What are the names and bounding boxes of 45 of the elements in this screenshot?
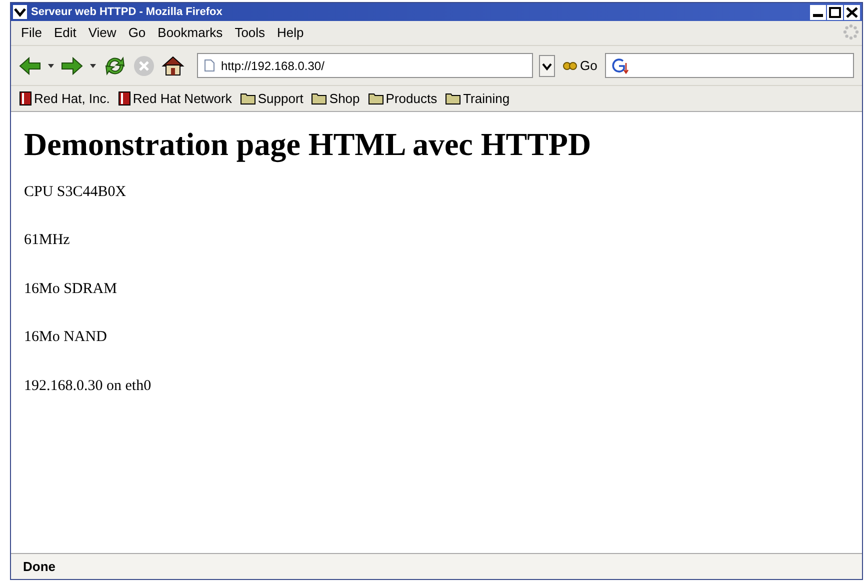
paragraph: CPU S3C44B0X	[24, 182, 128, 202]
window-menu-icon[interactable]	[13, 5, 27, 19]
folder-icon	[368, 92, 384, 105]
throbber-icon	[842, 23, 860, 41]
folder-icon	[445, 92, 462, 105]
bookmark-link[interactable]: Training	[445, 88, 510, 108]
paragraph: 16Mo SDRAM	[24, 280, 118, 299]
bookmark-link[interactable]: Support	[240, 88, 304, 108]
home-icon[interactable]	[161, 54, 185, 76]
close-icon[interactable]	[844, 4, 860, 20]
folder-icon	[240, 92, 256, 105]
paragraph: 16Mo NAND	[24, 328, 108, 348]
search-field[interactable]	[605, 53, 854, 78]
go-arrow-icon	[563, 60, 577, 70]
address-field[interactable]: http://192.168.0.30/	[197, 53, 533, 78]
dropdown-button-icon[interactable]	[539, 54, 555, 76]
page-icon	[204, 59, 215, 72]
maximize-icon[interactable]	[827, 4, 843, 20]
menu-item[interactable]: Bookmarks	[152, 23, 229, 43]
paragraph: 61MHz	[24, 231, 71, 250]
bookmark-link[interactable]: Products	[368, 88, 438, 108]
menu-item[interactable]: Tools	[228, 23, 272, 43]
forward-arrow-icon[interactable]	[61, 56, 83, 74]
menu-item[interactable]: File	[15, 23, 48, 43]
bookmark-link[interactable]: Red Hat Network	[118, 88, 232, 108]
page-heading: Demonstration page HTML avec HTTPD	[24, 126, 592, 163]
window-title: Serveur web HTTPD - Mozilla Firefox	[31, 4, 222, 20]
status-text: Done	[23, 558, 56, 576]
bookmark-link[interactable]: Red Hat, Inc.	[19, 88, 110, 108]
menu-item[interactable]: Help	[271, 23, 310, 43]
minimize-icon[interactable]	[810, 4, 826, 20]
google-icon	[610, 56, 630, 74]
paragraph: 192.168.0.30 on eth0	[24, 376, 152, 396]
dropdown-arrow-icon[interactable]	[89, 62, 97, 68]
book-icon	[118, 91, 131, 106]
dropdown-arrow-icon[interactable]	[47, 62, 55, 68]
folder-icon	[311, 92, 328, 105]
bookmark-link[interactable]: Shop	[311, 88, 360, 108]
reload-icon[interactable]	[103, 54, 127, 76]
menu-item[interactable]: Edit	[48, 23, 82, 43]
menu-item[interactable]: View	[82, 23, 122, 43]
book-icon	[19, 91, 32, 106]
menu-item[interactable]: Go	[122, 23, 152, 43]
go-button[interactable]: Go	[561, 56, 600, 76]
back-arrow-icon[interactable]	[19, 56, 41, 74]
